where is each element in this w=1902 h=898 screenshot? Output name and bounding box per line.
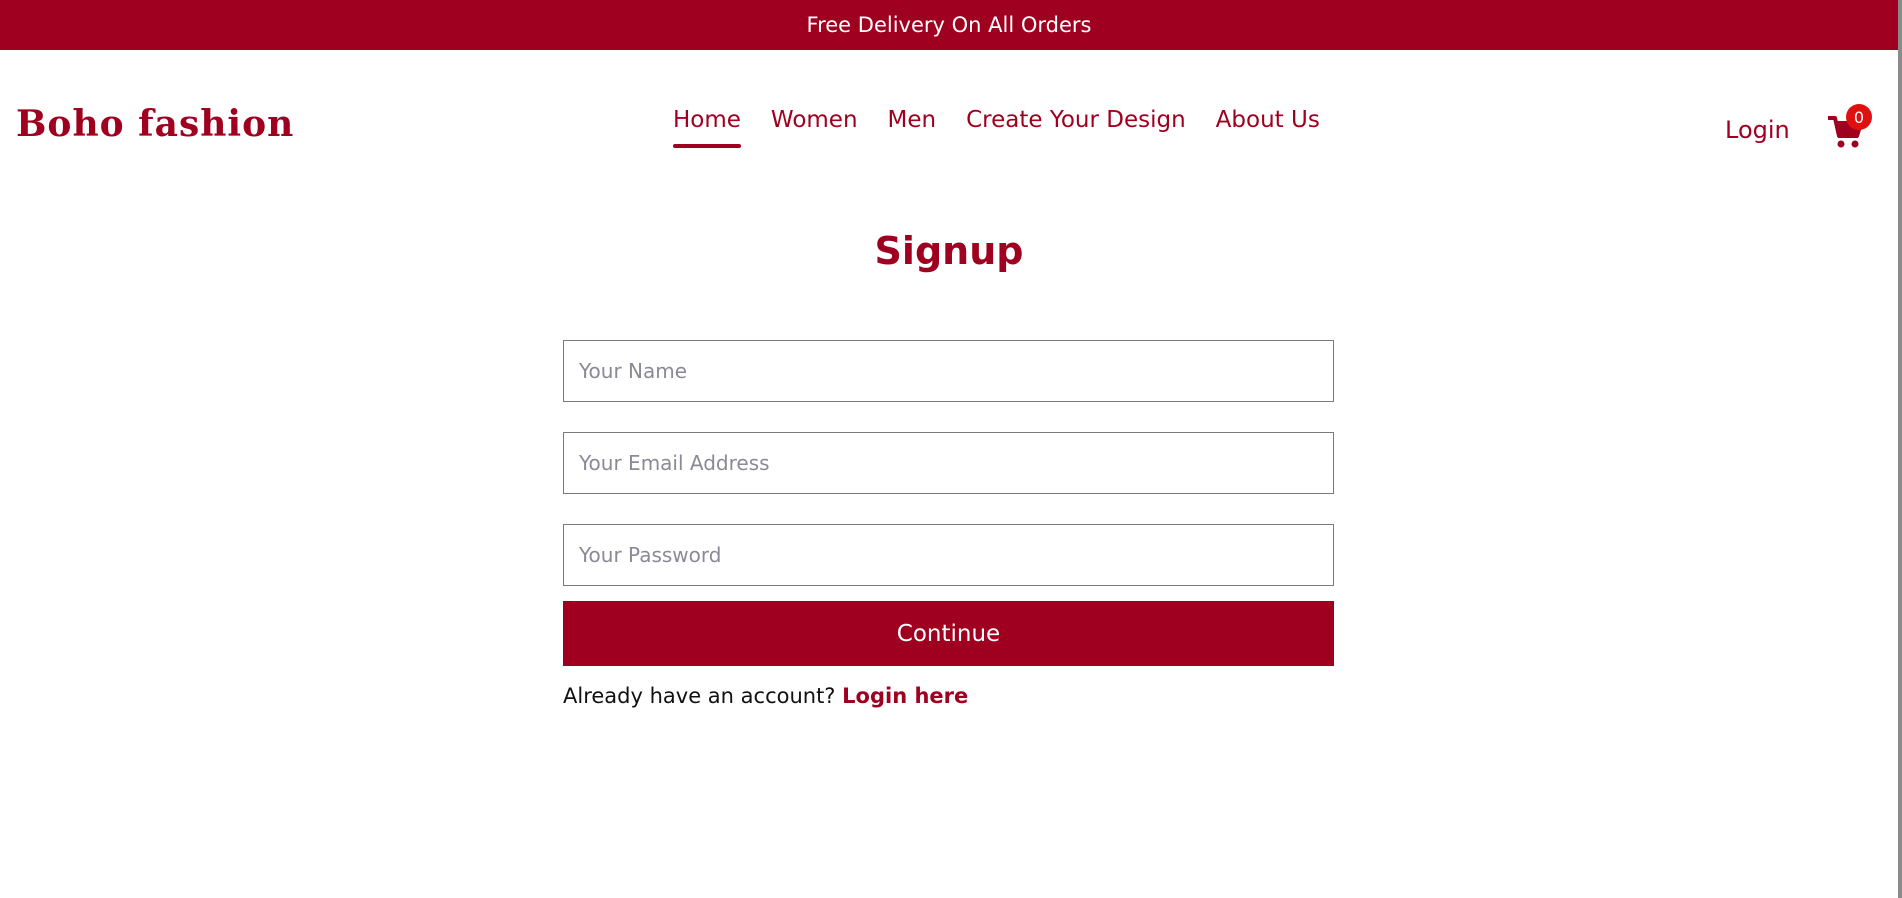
cart-count-badge: 0	[1846, 104, 1872, 130]
continue-button[interactable]: Continue	[563, 601, 1334, 666]
page-title: Signup	[874, 229, 1024, 273]
login-prompt: Already have an account? Login here	[563, 681, 968, 711]
promo-banner-text: Free Delivery On All Orders	[806, 13, 1092, 37]
header-login-link[interactable]: Login	[1725, 114, 1790, 146]
name-field[interactable]	[563, 340, 1334, 402]
nav-item-men[interactable]: Men	[888, 104, 937, 140]
login-prompt-text: Already have an account?	[563, 684, 836, 708]
password-field[interactable]	[563, 524, 1334, 586]
email-field[interactable]	[563, 432, 1334, 494]
main-nav: Home Women Men Create Your Design About …	[673, 104, 1350, 148]
nav-item-women[interactable]: Women	[771, 104, 858, 140]
nav-item-about-us[interactable]: About Us	[1216, 104, 1320, 140]
login-here-link[interactable]: Login here	[842, 684, 968, 708]
scrollbar-thumb[interactable]	[1898, 0, 1902, 898]
brand-logo[interactable]: Boho fashion	[16, 100, 294, 148]
nav-item-home[interactable]: Home	[673, 104, 741, 148]
promo-banner: Free Delivery On All Orders	[0, 0, 1898, 50]
nav-item-create-your-design[interactable]: Create Your Design	[966, 104, 1186, 140]
